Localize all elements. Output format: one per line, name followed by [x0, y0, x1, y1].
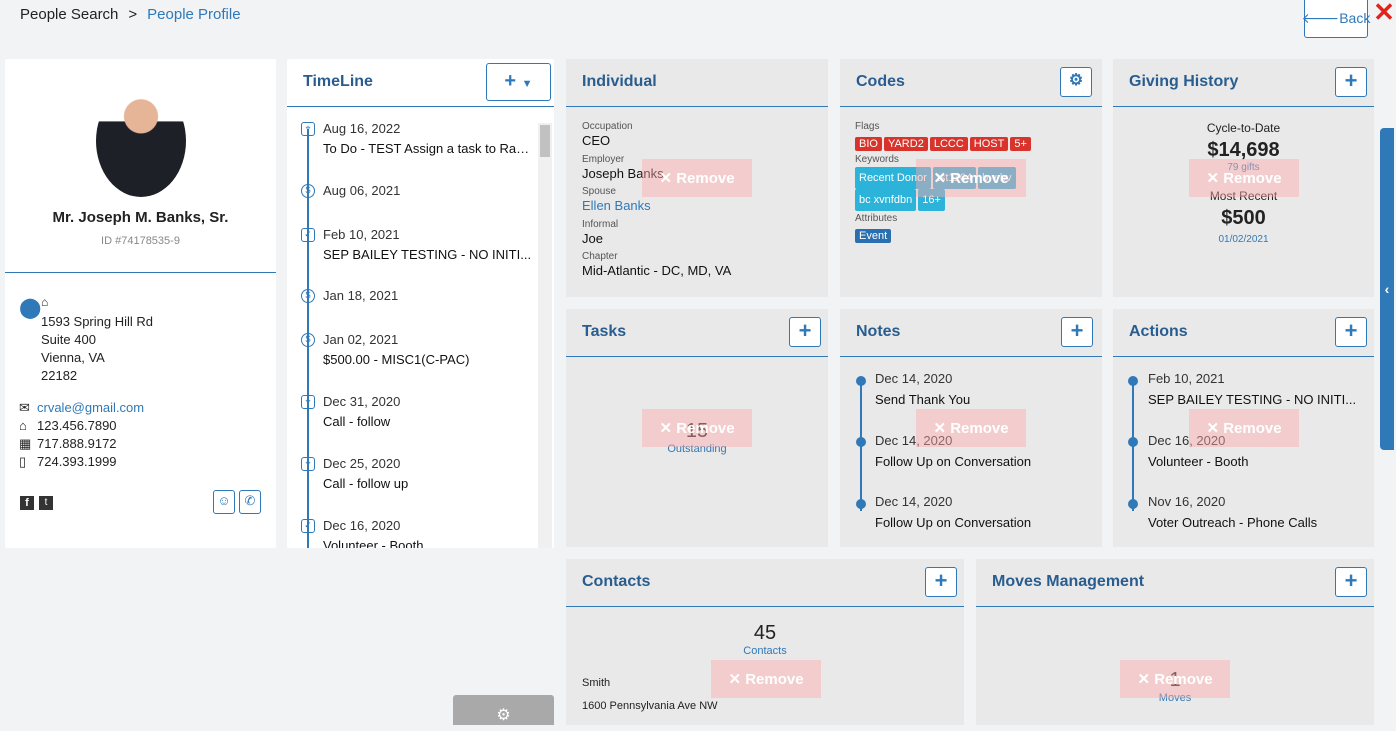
building-icon: ▦: [19, 436, 32, 451]
profile-name: Mr. Joseph M. Banks, Sr.: [52, 209, 229, 226]
contact-address: 1600 Pennsylvania Ave NW: [582, 700, 718, 712]
close-icon[interactable]: ✕: [1372, 0, 1396, 26]
mobile-phone-row: ▯ 724.393.1999: [19, 454, 117, 469]
email-row: ✉ crvale@gmail.com: [19, 399, 144, 417]
contacts-count: 45: [753, 622, 777, 644]
profile-card: Mr. Joseph M. Banks, Sr. ID #74178535-9 …: [5, 59, 276, 548]
breadcrumb-separator: >: [128, 6, 138, 23]
avatar: [96, 85, 186, 197]
dollar-icon: $: [301, 184, 315, 198]
timeline-panel: TimeLine + ▼ ⌖ Aug 16, 2022 To Do - TEST A…: [287, 59, 554, 548]
timeline-item[interactable]: $ Jan 02, 2021 $500.00 - MISC1(C-PAC): [301, 332, 533, 367]
remove-button[interactable]: ✕ Remove: [1120, 660, 1230, 698]
action-item[interactable]: Feb 10, 2021 SEP BAILEY TESTING - NO INIT…: [1148, 371, 1356, 407]
facebook-icon[interactable]: f: [20, 496, 34, 510]
check-icon: ✓: [301, 228, 315, 242]
envelope-icon: ✉: [19, 400, 30, 415]
pin-icon: ⌖: [301, 122, 315, 136]
note-item[interactable]: Dec 14, 2020 Send Thank You: [875, 371, 970, 407]
address: 1593 Spring Hill Rd Suite 400 Vienna, VA…: [41, 314, 154, 383]
attribute-tag: Event: [855, 229, 892, 243]
flag-tag: BIO: [855, 137, 882, 151]
contact-card-icon[interactable]: ☺: [213, 490, 235, 514]
twitter-icon[interactable]: t: [39, 496, 53, 510]
giving-title: Giving History: [1129, 73, 1239, 90]
individual-title: Individual: [582, 73, 657, 90]
timeline-item[interactable]: ⌖ Aug 16, 2022 To Do - TEST Assign a task …: [301, 121, 533, 156]
bottom-bar: [0, 725, 1396, 731]
breadcrumb: People Search > People Profile: [20, 6, 241, 23]
timeline-item[interactable]: $ Jan 18, 2021: [301, 288, 398, 303]
notes-add-button[interactable]: +: [1061, 317, 1093, 347]
dollar-icon: $: [301, 333, 315, 347]
note-item[interactable]: Dec 14, 2020 Follow Up on Conversation: [875, 494, 1031, 530]
location-pin-icon: ⬤: [19, 297, 42, 319]
flag-tag: HOST: [969, 137, 1009, 151]
caret-down-icon: ▼: [521, 78, 533, 90]
home-icon: ⌂: [19, 418, 27, 433]
home-icon: ⌂: [41, 295, 49, 309]
settings-gear-icon[interactable]: ⚙: [1060, 67, 1092, 97]
moves-title: Moves Management: [992, 573, 1145, 590]
codes-title: Codes: [856, 73, 905, 90]
individual-panel: Individual Occupation CEO Employer Joseph …: [566, 59, 828, 297]
notes-title: Notes: [856, 323, 901, 340]
moves-add-button[interactable]: +: [1335, 567, 1367, 597]
check-icon: ✓: [301, 519, 315, 533]
remove-button[interactable]: ✕ Remove: [916, 159, 1026, 197]
chevron-left-icon: ‹: [1384, 281, 1390, 297]
tasks-add-button[interactable]: +: [789, 317, 821, 347]
remove-button[interactable]: ✕ Remove: [1189, 409, 1299, 447]
notes-panel: Notes + Dec 14, 2020 Send Thank You Dec 1…: [840, 309, 1102, 547]
tasks-title: Tasks: [582, 323, 627, 340]
timeline-scrollbar[interactable]: [538, 123, 552, 548]
contact-name[interactable]: Smith: [582, 677, 610, 689]
timeline-item[interactable]: ✓ Feb 10, 2021 SEP BAILEY TESTING - NO INI…: [301, 227, 533, 262]
actions-panel: Actions + Feb 10, 2021 SEP BAILEY TESTING…: [1113, 309, 1374, 547]
moves-panel: Moves Management + 1 Moves ✕ Remove: [976, 559, 1374, 725]
profile-id: ID #74178535-9: [101, 235, 180, 247]
timeline-item[interactable]: ✓ Dec 16, 2020 Volunteer - Booth: [301, 518, 533, 548]
remove-button[interactable]: ✕ Remove: [916, 409, 1026, 447]
breadcrumb-people-search[interactable]: People Search: [20, 6, 118, 23]
recent-amount: $500: [1221, 207, 1266, 229]
divider: [5, 272, 276, 273]
codes-panel: Codes ⚙ Flags BIO YARD2 LCCC HOST 5+ Keyword…: [840, 59, 1102, 297]
tasks-panel: Tasks + 15 Outstanding ✕ Remove: [566, 309, 828, 547]
arrow-left-icon: 🡐: [1301, 9, 1340, 26]
back-button[interactable]: 🡐 Back: [1301, 0, 1370, 38]
contacts-panel: Contacts + 45 Contacts Smith 1600 Pennsy…: [566, 559, 964, 725]
mobile-icon: ▯: [19, 454, 27, 469]
pin-icon: ⌖: [301, 457, 315, 471]
dollar-icon: $: [301, 289, 315, 303]
timeline-add-dropdown-button[interactable]: + ▼: [486, 63, 551, 101]
pin-icon: ⌖: [301, 395, 315, 409]
timeline-item[interactable]: ⌖ Dec 25, 2020 Call - follow up: [301, 456, 533, 491]
flag-tag: 5+: [1010, 137, 1031, 151]
remove-button[interactable]: ✕ Remove: [711, 660, 821, 698]
email-link[interactable]: crvale@gmail.com: [37, 400, 144, 415]
breadcrumb-current: People Profile: [147, 6, 241, 23]
remove-button[interactable]: ✕ Remove: [642, 409, 752, 447]
contacts-add-button[interactable]: +: [925, 567, 957, 597]
remove-button[interactable]: ✕ Remove: [642, 159, 752, 197]
timeline-item[interactable]: $ Aug 06, 2021: [301, 183, 400, 198]
timeline-item[interactable]: ⌖ Dec 31, 2020 Call - follow: [301, 394, 533, 429]
flag-tag: LCCC: [929, 137, 968, 151]
contacts-title: Contacts: [582, 573, 651, 590]
actions-title: Actions: [1129, 323, 1188, 340]
timeline-title: TimeLine: [303, 73, 373, 90]
spouse-link[interactable]: Ellen Banks: [582, 198, 731, 214]
actions-add-button[interactable]: +: [1335, 317, 1367, 347]
home-phone-row: ⌂ 123.456.7890: [19, 418, 117, 433]
side-panel-toggle[interactable]: ‹: [1380, 128, 1394, 450]
giving-add-button[interactable]: +: [1335, 67, 1367, 97]
work-phone-row: ▦ 717.888.9172: [19, 436, 117, 451]
flag-tag: YARD2: [883, 137, 928, 151]
action-item[interactable]: Nov 16, 2020 Voter Outreach - Phone Calls: [1148, 494, 1317, 530]
keyword-tag: bc xvnfdbn: [855, 189, 917, 211]
giving-history-panel: Giving History + Cycle-to-Date $14,698 7…: [1113, 59, 1374, 297]
phone-icon[interactable]: ✆: [239, 490, 261, 514]
remove-button[interactable]: ✕ Remove: [1189, 159, 1299, 197]
